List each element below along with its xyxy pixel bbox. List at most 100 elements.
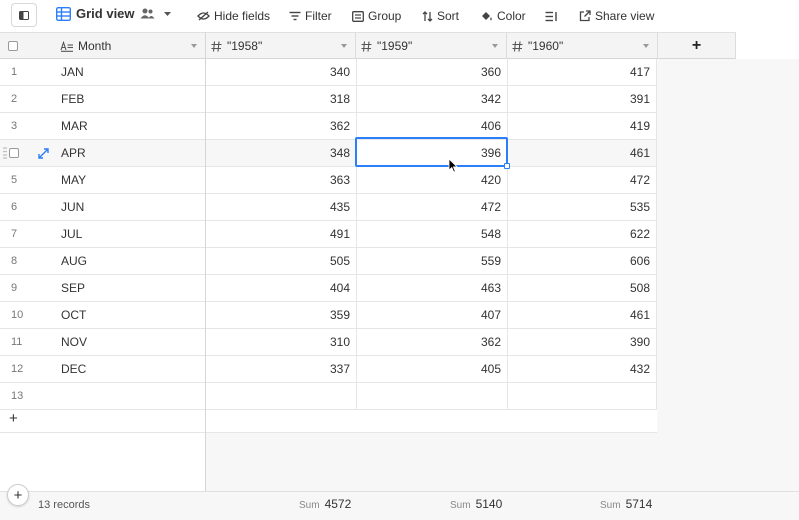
row-number: 11 — [11, 336, 23, 348]
expand-record-icon[interactable] — [38, 148, 49, 159]
month-cell[interactable]: JUL — [56, 221, 205, 247]
table-row[interactable]: 3 MAR 362 406 419 — [0, 113, 657, 140]
cell-1960[interactable]: 461 — [507, 140, 657, 166]
cell-1960[interactable]: 419 — [507, 113, 657, 139]
month-cell[interactable]: JUN — [56, 194, 205, 220]
cell-1959[interactable]: 362 — [356, 329, 507, 355]
drag-handle-icon[interactable] — [3, 147, 7, 159]
cell-1958[interactable]: 435 — [205, 194, 356, 220]
table-row[interactable]: 2 FEB 318 342 391 — [0, 86, 657, 113]
cell-1959[interactable]: 420 — [356, 167, 507, 193]
cell-1960[interactable]: 432 — [507, 356, 657, 382]
column-header-1959[interactable]: "1959" — [356, 33, 507, 59]
sum-1958[interactable]: Sum 4572 — [299, 497, 351, 511]
row-height-button[interactable] — [545, 7, 558, 25]
cell-1958[interactable]: 505 — [205, 248, 356, 274]
month-cell[interactable]: AUG — [56, 248, 205, 274]
column-menu-caret-icon[interactable] — [191, 44, 197, 48]
column-name: Month — [78, 39, 112, 53]
month-cell[interactable]: JAN — [56, 59, 205, 85]
column-menu-caret-icon[interactable] — [492, 44, 498, 48]
frozen-column-divider[interactable] — [205, 32, 206, 520]
cell-1960[interactable]: 508 — [507, 275, 657, 301]
add-field-button[interactable]: + — [658, 33, 736, 59]
cell-1959[interactable]: 548 — [356, 221, 507, 247]
month-cell[interactable]: MAY — [56, 167, 205, 193]
filter-button[interactable]: Filter — [289, 7, 332, 25]
select-all-checkbox[interactable] — [8, 41, 18, 51]
month-cell[interactable]: DEC — [56, 356, 205, 382]
month-cell[interactable]: NOV — [56, 329, 205, 355]
cell-1959[interactable]: 342 — [356, 86, 507, 112]
cell-1959[interactable]: 559 — [356, 248, 507, 274]
cell-1958[interactable]: 491 — [205, 221, 356, 247]
cell-1958[interactable]: 310 — [205, 329, 356, 355]
sum-1960[interactable]: Sum 5714 — [600, 497, 652, 511]
cell-1958[interactable]: 404 — [205, 275, 356, 301]
table-row[interactable]: 1 JAN 340 360 417 — [0, 59, 657, 86]
cell-1959[interactable]: 472 — [356, 194, 507, 220]
sort-button[interactable]: Sort — [422, 7, 459, 25]
table-row[interactable]: APR 348 396 461 — [0, 140, 657, 167]
cell-1958[interactable]: 337 — [205, 356, 356, 382]
cell-1960[interactable]: 390 — [507, 329, 657, 355]
month-cell[interactable]: OCT — [56, 302, 205, 328]
cell-1958[interactable]: 363 — [205, 167, 356, 193]
column-menu-caret-icon[interactable] — [341, 44, 347, 48]
month-cell[interactable]: FEB — [56, 86, 205, 112]
table-row[interactable]: 10 OCT 359 407 461 — [0, 302, 657, 329]
sidebar-toggle-button[interactable] — [11, 3, 37, 27]
fill-handle[interactable] — [504, 163, 510, 169]
table-row[interactable]: 9 SEP 404 463 508 — [0, 275, 657, 302]
sum-1959[interactable]: Sum 5140 — [450, 497, 502, 511]
cell-1960[interactable]: 535 — [507, 194, 657, 220]
cell-1958[interactable]: 348 — [205, 140, 356, 166]
cell-1960[interactable]: 472 — [507, 167, 657, 193]
sidebar-icon — [19, 10, 29, 20]
grid: Month "1958" "1959" "1960" + 1 JAN 340 3… — [0, 32, 799, 520]
column-header-1958[interactable]: "1958" — [206, 33, 356, 59]
cell-1960[interactable]: 606 — [507, 248, 657, 274]
table-row[interactable]: 6 JUN 435 472 535 — [0, 194, 657, 221]
row-checkbox[interactable] — [9, 148, 19, 158]
mouse-cursor-icon — [448, 158, 458, 173]
cell-1959[interactable]: 360 — [356, 59, 507, 85]
cell-1960[interactable]: 391 — [507, 86, 657, 112]
group-button[interactable]: Group — [352, 7, 401, 25]
table-row[interactable]: 11 NOV 310 362 390 — [0, 329, 657, 356]
selected-cell-outline — [355, 137, 510, 169]
month-cell[interactable]: SEP — [56, 275, 205, 301]
cell-1958[interactable]: 362 — [205, 113, 356, 139]
color-button[interactable]: Color — [480, 7, 526, 25]
row-number: 12 — [11, 363, 24, 375]
hide-fields-label: Hide fields — [214, 9, 271, 23]
hide-fields-button[interactable]: Hide fields — [197, 7, 270, 25]
table-row[interactable]: 7 JUL 491 548 622 — [0, 221, 657, 248]
cell-1958[interactable]: 359 — [205, 302, 356, 328]
cell-1959[interactable]: 406 — [356, 113, 507, 139]
add-record-icon[interactable]: + — [9, 411, 18, 426]
cell-1959[interactable]: 463 — [356, 275, 507, 301]
share-icon — [579, 10, 591, 22]
column-header-month[interactable]: Month — [56, 33, 206, 59]
cell-1960[interactable]: 461 — [507, 302, 657, 328]
column-header-1960[interactable]: "1960" — [507, 33, 658, 59]
share-view-button[interactable]: Share view — [579, 7, 654, 25]
cell-1958[interactable]: 340 — [205, 59, 356, 85]
month-cell[interactable]: APR — [56, 140, 205, 166]
add-record-button[interactable]: + — [7, 484, 29, 506]
table-row[interactable]: 8 AUG 505 559 606 — [0, 248, 657, 275]
table-row[interactable]: 5 MAY 363 420 472 — [0, 167, 657, 194]
select-all-cell[interactable] — [0, 33, 56, 59]
table-row[interactable]: 12 DEC 337 405 432 — [0, 356, 657, 383]
view-switcher[interactable]: Grid view — [56, 6, 172, 21]
cell-1960[interactable]: 622 — [507, 221, 657, 247]
cell-1958[interactable]: 318 — [205, 86, 356, 112]
month-cell[interactable]: MAR — [56, 113, 205, 139]
grid-view-icon — [56, 6, 71, 21]
cell-1960[interactable]: 417 — [507, 59, 657, 85]
column-menu-caret-icon[interactable] — [643, 44, 649, 48]
add-record-row[interactable]: + — [0, 406, 657, 433]
cell-1959[interactable]: 407 — [356, 302, 507, 328]
cell-1959[interactable]: 405 — [356, 356, 507, 382]
